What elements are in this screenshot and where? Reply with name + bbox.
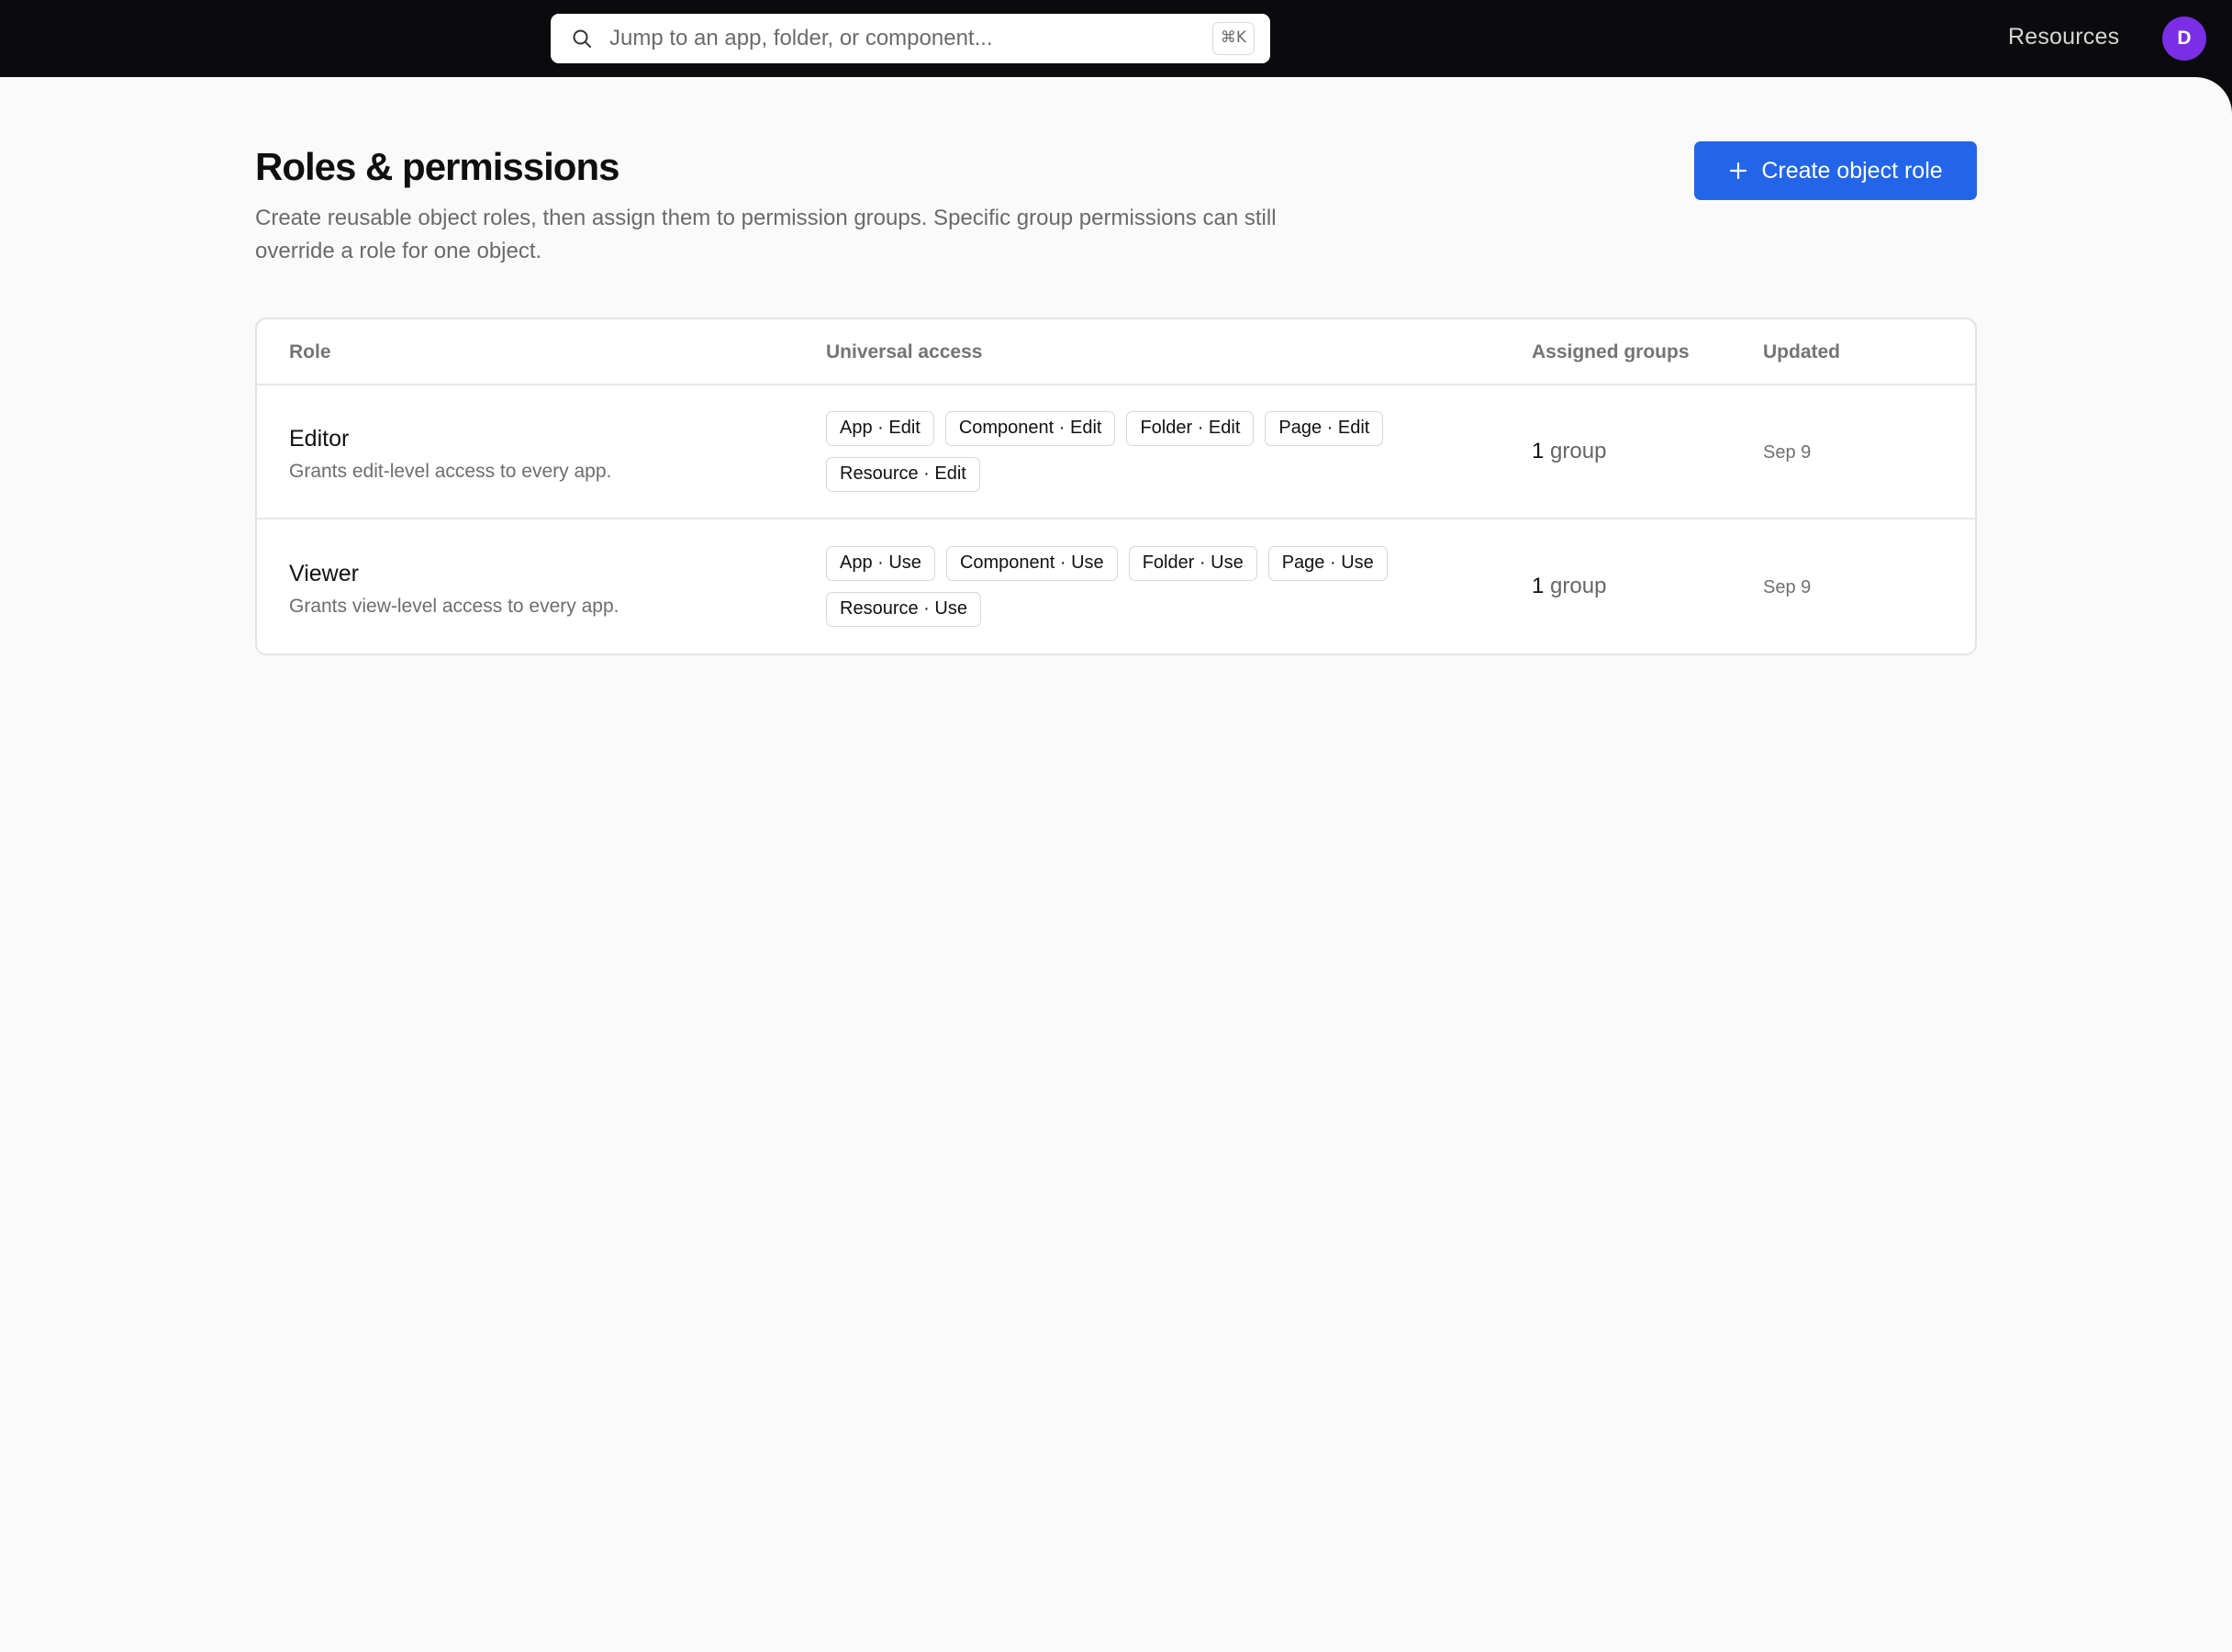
plus-icon	[1730, 162, 1747, 180]
nav-resources-link[interactable]: Resources	[2008, 24, 2119, 50]
groups-unit: group	[1550, 439, 1607, 463]
column-header-universal-access: Universal access	[826, 341, 983, 363]
role-description: Grants view-level access to every app.	[289, 596, 619, 617]
groups-number: 1	[1532, 439, 1545, 463]
page-description: Create reusable object roles, then assig…	[255, 206, 1277, 263]
access-chip: Page · Use	[1267, 546, 1388, 581]
search-input[interactable]	[609, 14, 1197, 63]
role-description: Grants edit-level access to every app.	[289, 461, 612, 482]
access-chips: App · Edit Component · Edit Folder · Edi…	[826, 411, 1468, 492]
updated-date: Sep 9	[1763, 442, 1812, 463]
column-header-role: Role	[289, 341, 331, 363]
page-title: Roles & permissions	[255, 145, 619, 188]
access-chip: App · Use	[826, 546, 935, 581]
main-content: Roles & permissions Create reusable obje…	[0, 77, 2232, 1652]
access-chip: Folder · Use	[1128, 546, 1257, 581]
roles-table: Role Universal access Assigned groups Up…	[255, 318, 1977, 655]
search-shortcut-hint: ⌘K	[1211, 22, 1255, 55]
assigned-groups-count[interactable]: 1 group	[1532, 574, 1606, 599]
assigned-groups-count[interactable]: 1 group	[1532, 439, 1606, 464]
global-search[interactable]: ⌘K	[551, 14, 1270, 63]
column-header-updated: Updated	[1763, 341, 1840, 363]
access-chip: App · Edit	[826, 411, 934, 446]
search-icon	[573, 29, 591, 48]
groups-number: 1	[1532, 574, 1545, 598]
table-header: Role Universal access Assigned groups Up…	[257, 319, 1975, 385]
groups-unit: group	[1550, 574, 1607, 598]
access-chip: Folder · Edit	[1126, 411, 1255, 446]
table-row-editor[interactable]: Editor Grants edit-level access to every…	[257, 385, 1975, 519]
top-bar: ⌘K Resources D	[0, 0, 2232, 77]
table-row-viewer[interactable]: Viewer Grants view-level access to every…	[257, 520, 1975, 653]
updated-date: Sep 9	[1763, 577, 1812, 597]
role-name[interactable]: Editor	[289, 426, 349, 452]
access-chip: Component · Edit	[944, 411, 1116, 446]
avatar[interactable]: D	[2162, 17, 2206, 61]
access-chip: Component · Use	[945, 546, 1118, 581]
column-header-assigned-groups: Assigned groups	[1532, 341, 1690, 363]
access-chip: Page · Edit	[1265, 411, 1384, 446]
create-object-role-label: Create object role	[1761, 157, 1943, 184]
role-name[interactable]: Viewer	[289, 561, 359, 587]
access-chip: Resource · Use	[826, 592, 981, 627]
create-object-role-button[interactable]: Create object role	[1694, 141, 1977, 200]
access-chips: App · Use Component · Use Folder · Use P…	[826, 546, 1468, 627]
access-chip: Resource · Edit	[826, 457, 980, 492]
